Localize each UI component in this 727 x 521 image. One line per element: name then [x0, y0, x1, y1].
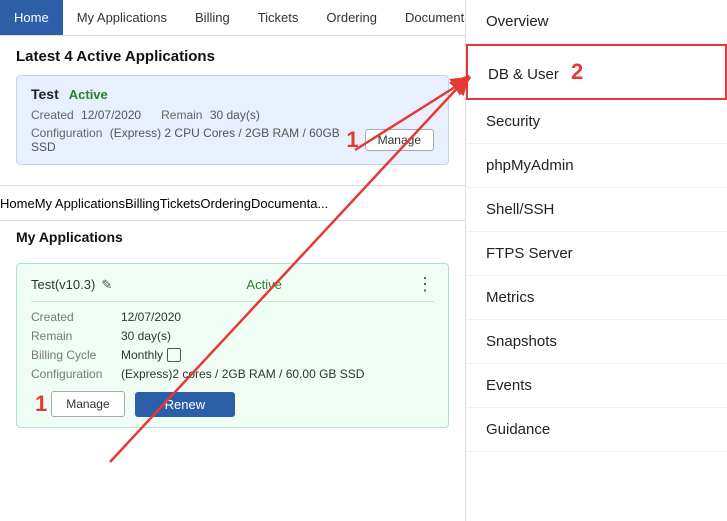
top-nav-bar: Home My Applications Billing Tickets Ord… — [0, 0, 465, 36]
top-remain-label: Remain — [161, 108, 202, 122]
top-heading: Latest 4 Active Applications — [16, 48, 449, 65]
bottom-nav-bar: Home My Applications Billing Tickets Ord… — [0, 185, 465, 221]
bottom-billing-label: Billing Cycle — [31, 348, 121, 362]
top-app-name: Test — [31, 86, 59, 102]
bottom-remain-value: 30 day(s) — [121, 329, 171, 343]
nav-billing-top[interactable]: Billing — [181, 0, 244, 35]
annotation-2: 2 — [571, 59, 583, 84]
menu-events[interactable]: Events — [466, 364, 727, 408]
bottom-manage-button[interactable]: Manage — [51, 391, 124, 417]
top-manage-button[interactable]: Manage — [365, 129, 434, 151]
edit-icon[interactable]: ✎ — [101, 277, 112, 293]
annotation-1-top: 1 — [346, 127, 358, 153]
nav-home-top[interactable]: Home — [0, 0, 63, 35]
menu-db-user-label: DB & User — [488, 66, 559, 83]
page-wrapper: Home My Applications Billing Tickets Ord… — [0, 0, 727, 521]
menu-snapshots[interactable]: Snapshots — [466, 320, 727, 364]
renew-button[interactable]: Renew — [135, 392, 235, 417]
bottom-created-label: Created — [31, 310, 121, 324]
top-section: Latest 4 Active Applications Test Active… — [0, 36, 465, 177]
nav-tickets-top[interactable]: Tickets — [244, 0, 313, 35]
menu-db-user[interactable]: DB & User 2 — [466, 44, 727, 100]
bottom-section: My Applications Test(v10.3) ✎ Active ⋮ C… — [0, 221, 465, 521]
bottom-app-card: Test(v10.3) ✎ Active ⋮ Created 12/07/202… — [16, 263, 449, 428]
bottom-billing-value: Monthly — [121, 348, 163, 362]
menu-phpmyadmin[interactable]: phpMyAdmin — [466, 144, 727, 188]
bottom-created-value: 12/07/2020 — [121, 310, 181, 324]
nav-ordering-top[interactable]: Ordering — [312, 0, 391, 35]
menu-metrics[interactable]: Metrics — [466, 276, 727, 320]
top-remain-value: 30 day(s) — [210, 108, 260, 122]
bottom-remain-label: Remain — [31, 329, 121, 343]
nav-billing-bottom[interactable]: Billing — [125, 196, 160, 211]
nav-docs-bottom[interactable]: Documenta... — [251, 196, 328, 211]
menu-ftps-server[interactable]: FTPS Server — [466, 232, 727, 276]
top-app-card: Test Active Created 12/07/2020 Remain 30… — [16, 75, 449, 165]
monthly-checkbox-icon — [167, 348, 181, 362]
bottom-app-status: Active — [246, 277, 281, 292]
nav-tickets-bottom[interactable]: Tickets — [160, 196, 201, 211]
top-config-label: Configuration — [31, 126, 102, 140]
left-panel: Home My Applications Billing Tickets Ord… — [0, 0, 465, 521]
menu-overview[interactable]: Overview — [466, 0, 727, 44]
menu-security[interactable]: Security — [466, 100, 727, 144]
top-created-label: Created — [31, 108, 74, 122]
right-panel: Overview DB & User 2 Security phpMyAdmin… — [465, 0, 727, 521]
nav-applications-bottom[interactable]: My Applications — [35, 196, 125, 211]
top-created-value: 12/07/2020 — [81, 108, 141, 122]
bottom-app-name: Test(v10.3) — [31, 277, 95, 292]
bottom-config-value: (Express)2 cores / 2GB RAM / 60.00 GB SS… — [121, 367, 364, 381]
menu-shell-ssh[interactable]: Shell/SSH — [466, 188, 727, 232]
nav-applications-top[interactable]: My Applications — [63, 0, 181, 35]
annotation-1-bottom: 1 — [35, 391, 47, 417]
bottom-heading: My Applications — [16, 229, 449, 245]
menu-guidance[interactable]: Guidance — [466, 408, 727, 452]
nav-home-bottom[interactable]: Home — [0, 196, 35, 211]
bottom-config-label: Configuration — [31, 367, 121, 381]
dots-menu-icon[interactable]: ⋮ — [416, 274, 434, 295]
top-app-status: Active — [69, 87, 108, 102]
nav-ordering-bottom[interactable]: Ordering — [200, 196, 251, 211]
